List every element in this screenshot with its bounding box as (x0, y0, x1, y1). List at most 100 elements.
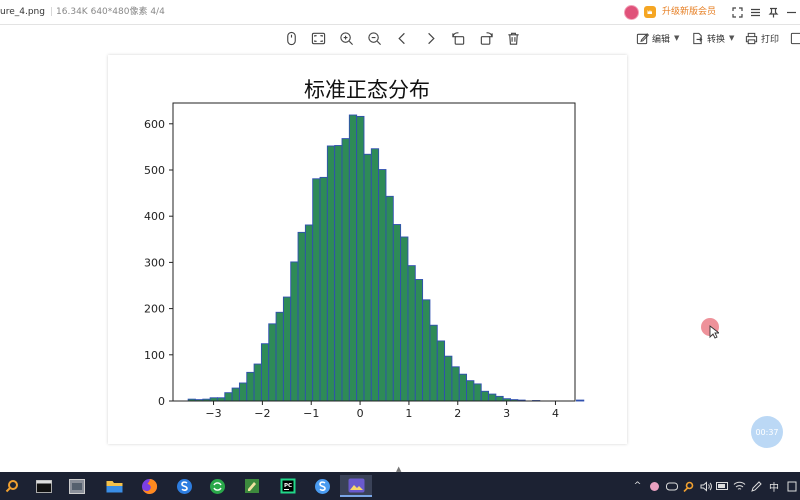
flower-app-icon[interactable] (646, 472, 663, 500)
file-size: 16.34K (56, 7, 88, 17)
battery-icon[interactable] (714, 472, 731, 500)
viewer-toolbar: 编辑 ▼ 转换 ▼ 打印 (0, 25, 800, 51)
chart-title: 标准正态分布 (304, 78, 430, 102)
histogram-bar (246, 371, 255, 402)
y-tick-label: 100 (144, 349, 165, 362)
histogram-bar (304, 224, 314, 402)
histogram-bar (576, 399, 585, 402)
edit-label: 编辑 (652, 34, 671, 45)
rotate-left-icon[interactable] (448, 28, 468, 48)
sogou-browser-icon[interactable] (172, 475, 196, 497)
user-avatar[interactable] (623, 4, 639, 20)
input-language-indicator[interactable]: 中 (769, 479, 779, 494)
histogram-bar (458, 373, 468, 402)
sogou-app-icon[interactable] (310, 475, 334, 497)
mouse-pointer-icon (709, 325, 719, 339)
pin-icon[interactable] (764, 0, 782, 24)
y-tick-label: 0 (158, 395, 165, 408)
histogram-bar (429, 324, 438, 402)
histogram-bar (422, 299, 431, 402)
search-icon[interactable] (0, 475, 24, 497)
file-explorer-icon[interactable] (102, 475, 126, 497)
x-tick-label: −3 (205, 407, 221, 420)
upgrade-vip-link[interactable]: 升级新版会员 (662, 0, 716, 24)
histogram-bar (275, 311, 284, 402)
y-tick-label: 200 (144, 303, 165, 316)
histogram-bar (326, 145, 336, 402)
histogram-bar (282, 296, 292, 402)
convert-menu[interactable]: 转换 ▼ (691, 29, 734, 47)
histogram-bar (253, 363, 262, 402)
firefox-icon[interactable] (137, 475, 161, 497)
histogram-bar (356, 115, 365, 402)
edit-icon (636, 32, 649, 44)
histogram-bar (319, 176, 328, 402)
histogram-bar (414, 279, 424, 402)
title-bar: ure_4.png | 16.34K 640*480像素 4/4 升级新版会员 (0, 0, 800, 25)
histogram-bar (451, 366, 460, 402)
x-tick-label: 0 (357, 407, 364, 420)
x-tick-label: 4 (552, 407, 559, 420)
x-tick-label: 2 (454, 407, 461, 420)
image-viewer-app-icon[interactable] (340, 475, 372, 497)
image-dimensions: 640*480像素 (90, 7, 148, 17)
pycharm-icon[interactable]: PC (276, 475, 300, 497)
x-tick-label: 1 (405, 407, 412, 420)
y-tick-label: 600 (144, 118, 165, 131)
terminal-app-icon[interactable] (32, 475, 56, 497)
histogram-bar (444, 355, 453, 402)
histogram-bar (488, 393, 497, 402)
y-axis-ticks: 0 100 200 300 400 500 600 (144, 118, 173, 408)
menu-icon[interactable] (746, 0, 764, 24)
page-index: 4/4 (150, 7, 165, 17)
rotate-right-icon[interactable] (476, 28, 496, 48)
histogram-bars (187, 114, 585, 402)
system-tray: ^ 中 (629, 472, 800, 500)
volume-icon[interactable] (697, 472, 714, 500)
file-info: | 16.34K 640*480像素 4/4 (50, 0, 165, 24)
zoom-out-icon[interactable] (364, 28, 384, 48)
x-tick-label: −2 (254, 407, 270, 420)
histogram-bar (231, 387, 240, 402)
tray-expand-icon[interactable]: ^ (629, 472, 646, 500)
print-button[interactable]: 打印 (745, 29, 779, 47)
recording-timer: 00:37 (751, 416, 783, 448)
app-window-icon[interactable] (65, 475, 89, 497)
fit-screen-icon[interactable] (308, 28, 328, 48)
sync-app-icon[interactable] (205, 475, 229, 497)
input-mode-icon[interactable] (783, 472, 800, 500)
zoom-in-icon[interactable] (336, 28, 356, 48)
histogram-bar (473, 383, 482, 402)
minimize-icon[interactable] (782, 0, 800, 24)
histogram-bar (385, 195, 394, 402)
histogram-bar (297, 231, 306, 402)
gamepad-icon[interactable] (663, 472, 680, 500)
edit-caret-icon: ▼ (674, 34, 680, 42)
histogram-bar (466, 380, 475, 402)
histogram-bar (268, 323, 277, 402)
histogram-chart: 标准正态分布 −3 −2 −1 0 1 2 3 4 0 100 200 300 400 500 600 (144, 78, 585, 420)
file-name: ure_4.png (0, 7, 45, 17)
wifi-icon[interactable] (731, 472, 748, 500)
more-panel-icon[interactable] (790, 29, 800, 47)
delete-icon[interactable] (503, 28, 523, 48)
notepad-app-icon[interactable] (240, 475, 264, 497)
histogram-bar (392, 224, 402, 402)
crown-icon (643, 6, 656, 18)
previous-image-icon[interactable] (392, 28, 412, 48)
next-image-icon[interactable] (420, 28, 440, 48)
mouse-mode-icon[interactable] (281, 28, 301, 48)
y-tick-label: 400 (144, 210, 165, 223)
fullscreen-icon[interactable] (728, 0, 746, 24)
histogram-bar (480, 390, 490, 402)
convert-label: 转换 (707, 34, 726, 45)
histogram-bar (370, 148, 380, 402)
edit-menu[interactable]: 编辑 ▼ (636, 29, 679, 47)
histogram-bar (495, 395, 504, 402)
search-tray-icon[interactable] (680, 472, 697, 500)
pen-icon[interactable] (748, 472, 765, 500)
printer-icon (745, 32, 758, 44)
convert-icon (693, 32, 703, 44)
histogram-bar (407, 265, 416, 402)
histogram-bar (436, 340, 446, 402)
